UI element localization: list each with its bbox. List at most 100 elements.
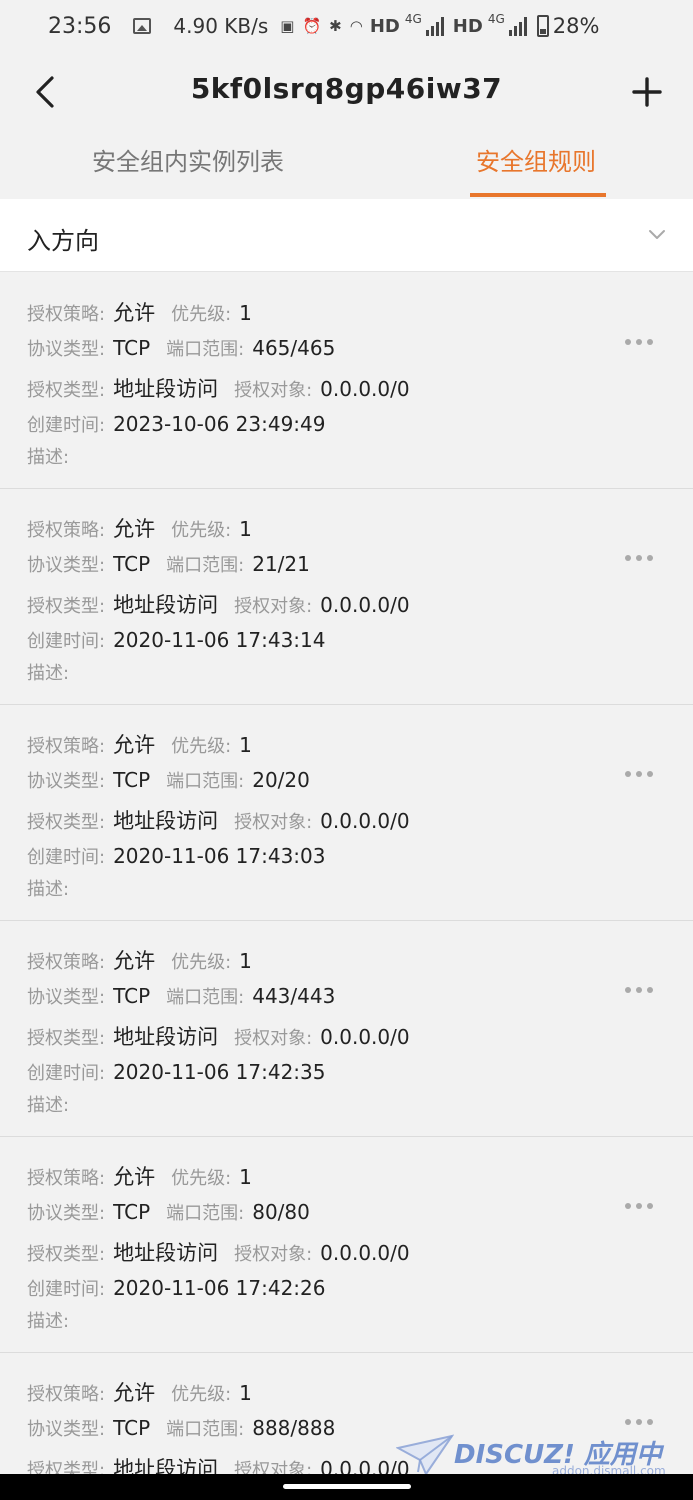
rule-row-policy: 授权策略: 允许 优先级: 1 (27, 297, 252, 327)
watermark: DISCUZ! 应用中心 addon.dismall.com (396, 1428, 686, 1500)
policy-value: 允许 (113, 1381, 156, 1405)
field-label: 授权类型: (27, 1244, 106, 1265)
system-nav-bar (0, 1474, 693, 1500)
field-label: 创建时间: (27, 631, 106, 652)
rule-row-policy: 授权策略: 允许 优先级: 1 (27, 513, 252, 543)
created-value: 2020-11-06 17:42:35 (113, 1060, 326, 1084)
more-options-icon[interactable] (625, 983, 655, 997)
field-label: 协议类型: (27, 771, 106, 792)
field-label: 授权类型: (27, 596, 106, 617)
status-time: 23:56 (48, 13, 112, 39)
tab-instance-list[interactable]: 安全组内实例列表 (92, 142, 284, 177)
field-label: 创建时间: (27, 1279, 106, 1300)
rule-row-auth: 授权类型: 地址段访问 授权对象: 0.0.0.0/0 (27, 1237, 410, 1267)
rule-list: 授权策略: 允许 优先级: 1 协议类型: TCP 端口范围: 465/465 … (0, 273, 693, 1500)
network-speed: 4.90 KB/s (173, 14, 269, 38)
field-label: 协议类型: (27, 1203, 106, 1224)
policy-value: 允许 (113, 733, 156, 757)
battery-percent: 28% (552, 14, 600, 38)
field-label: 授权策略: (27, 1384, 106, 1405)
auth-object-value: 0.0.0.0/0 (320, 1241, 410, 1265)
more-options-icon[interactable] (625, 551, 655, 565)
rule-row-created: 创建时间: 2023-10-06 23:49:49 (27, 411, 326, 441)
field-label: 描述: (27, 1311, 70, 1332)
rule-row-auth: 授权类型: 地址段访问 授权对象: 0.0.0.0/0 (27, 373, 410, 403)
signal-icon (425, 16, 444, 36)
rule-row-description: 描述: (27, 443, 77, 473)
created-value: 2023-10-06 23:49:49 (113, 412, 326, 436)
priority-value: 1 (239, 301, 252, 325)
field-label: 授权策略: (27, 1168, 106, 1189)
rule-row-policy: 授权策略: 允许 优先级: 1 (27, 1161, 252, 1191)
rule-row-description: 描述: (27, 659, 77, 689)
rule-item[interactable]: 授权策略: 允许 优先级: 1 协议类型: TCP 端口范围: 443/443 … (0, 921, 693, 1137)
active-tab-indicator (470, 193, 606, 197)
field-label: 优先级: (171, 952, 232, 973)
rule-row-created: 创建时间: 2020-11-06 17:42:35 (27, 1059, 326, 1089)
rule-item[interactable]: 授权策略: 允许 优先级: 1 协议类型: TCP 端口范围: 465/465 … (0, 273, 693, 489)
policy-value: 允许 (113, 301, 156, 325)
rule-item[interactable]: 授权策略: 允许 优先级: 1 协议类型: TCP 端口范围: 21/21 授权… (0, 489, 693, 705)
auth-object-value: 0.0.0.0/0 (320, 809, 410, 833)
wifi-icon: ◠ (349, 17, 363, 35)
rule-item[interactable]: 授权策略: 允许 优先级: 1 协议类型: TCP 端口范围: 20/20 授权… (0, 705, 693, 921)
field-label: 授权策略: (27, 304, 106, 325)
rule-row-protocol: 协议类型: TCP 端口范围: 80/80 (27, 1199, 310, 1229)
field-label: 描述: (27, 1095, 70, 1116)
field-label: 端口范围: (166, 555, 245, 576)
field-label: 端口范围: (166, 771, 245, 792)
port-range-value: 443/443 (252, 984, 336, 1008)
rule-row-description: 描述: (27, 875, 77, 905)
rule-row-created: 创建时间: 2020-11-06 17:43:14 (27, 627, 326, 657)
rule-item[interactable]: 授权策略: 允许 优先级: 1 协议类型: TCP 端口范围: 80/80 授权… (0, 1137, 693, 1353)
rule-row-protocol: 协议类型: TCP 端口范围: 21/21 (27, 551, 310, 581)
rule-row-protocol: 协议类型: TCP 端口范围: 443/443 (27, 983, 335, 1013)
auth-type-value: 地址段访问 (113, 377, 219, 401)
rule-row-created: 创建时间: 2020-11-06 17:43:03 (27, 843, 326, 873)
network-type-2: 4G (487, 12, 505, 26)
more-options-icon[interactable] (625, 1199, 655, 1213)
field-label: 创建时间: (27, 847, 106, 868)
field-label: 授权对象: (234, 1028, 313, 1049)
more-options-icon[interactable] (625, 1415, 655, 1429)
rule-row-protocol: 协议类型: TCP 端口范围: 888/888 (27, 1415, 335, 1445)
more-options-icon[interactable] (625, 767, 655, 781)
hd-indicator-2: HD (452, 15, 483, 37)
tab-security-rules[interactable]: 安全组规则 (476, 142, 596, 177)
status-bar: 23:56 4.90 KB/s ▣ ⏰ ✱ ◠ HD 4G HD 4G 28% (0, 0, 693, 52)
chevron-down-icon (649, 230, 665, 239)
network-type: 4G (404, 12, 422, 26)
rule-row-policy: 授权策略: 允许 优先级: 1 (27, 945, 252, 975)
field-label: 描述: (27, 663, 70, 684)
auto-icon: ▣ (280, 17, 295, 35)
battery-icon (536, 15, 549, 37)
home-indicator[interactable] (283, 1484, 411, 1489)
field-label: 描述: (27, 879, 70, 900)
field-label: 协议类型: (27, 339, 106, 360)
add-rule-icon[interactable] (631, 72, 663, 112)
rule-row-policy: 授权策略: 允许 优先级: 1 (27, 729, 252, 759)
direction-selector[interactable]: 入方向 (0, 199, 693, 272)
paper-plane-logo-icon (396, 1434, 454, 1477)
field-label: 优先级: (171, 736, 232, 757)
protocol-value: TCP (113, 336, 151, 360)
rule-row-policy: 授权策略: 允许 优先级: 1 (27, 1377, 252, 1407)
rule-row-auth: 授权类型: 地址段访问 授权对象: 0.0.0.0/0 (27, 589, 410, 619)
field-label: 授权策略: (27, 952, 106, 973)
image-notification-icon (133, 18, 152, 34)
rule-row-protocol: 协议类型: TCP 端口范围: 20/20 (27, 767, 310, 797)
auth-object-value: 0.0.0.0/0 (320, 1025, 410, 1049)
port-range-value: 888/888 (252, 1416, 336, 1440)
bluetooth-icon: ✱ (329, 17, 342, 35)
priority-value: 1 (239, 949, 252, 973)
port-range-value: 20/20 (252, 768, 310, 792)
port-range-value: 80/80 (252, 1200, 310, 1224)
created-value: 2020-11-06 17:42:26 (113, 1276, 326, 1300)
signal-icon-2 (508, 16, 527, 36)
more-options-icon[interactable] (625, 335, 655, 349)
auth-type-value: 地址段访问 (113, 1241, 219, 1265)
protocol-value: TCP (113, 1200, 151, 1224)
created-value: 2020-11-06 17:43:03 (113, 844, 326, 868)
field-label: 端口范围: (166, 339, 245, 360)
auth-type-value: 地址段访问 (113, 809, 219, 833)
